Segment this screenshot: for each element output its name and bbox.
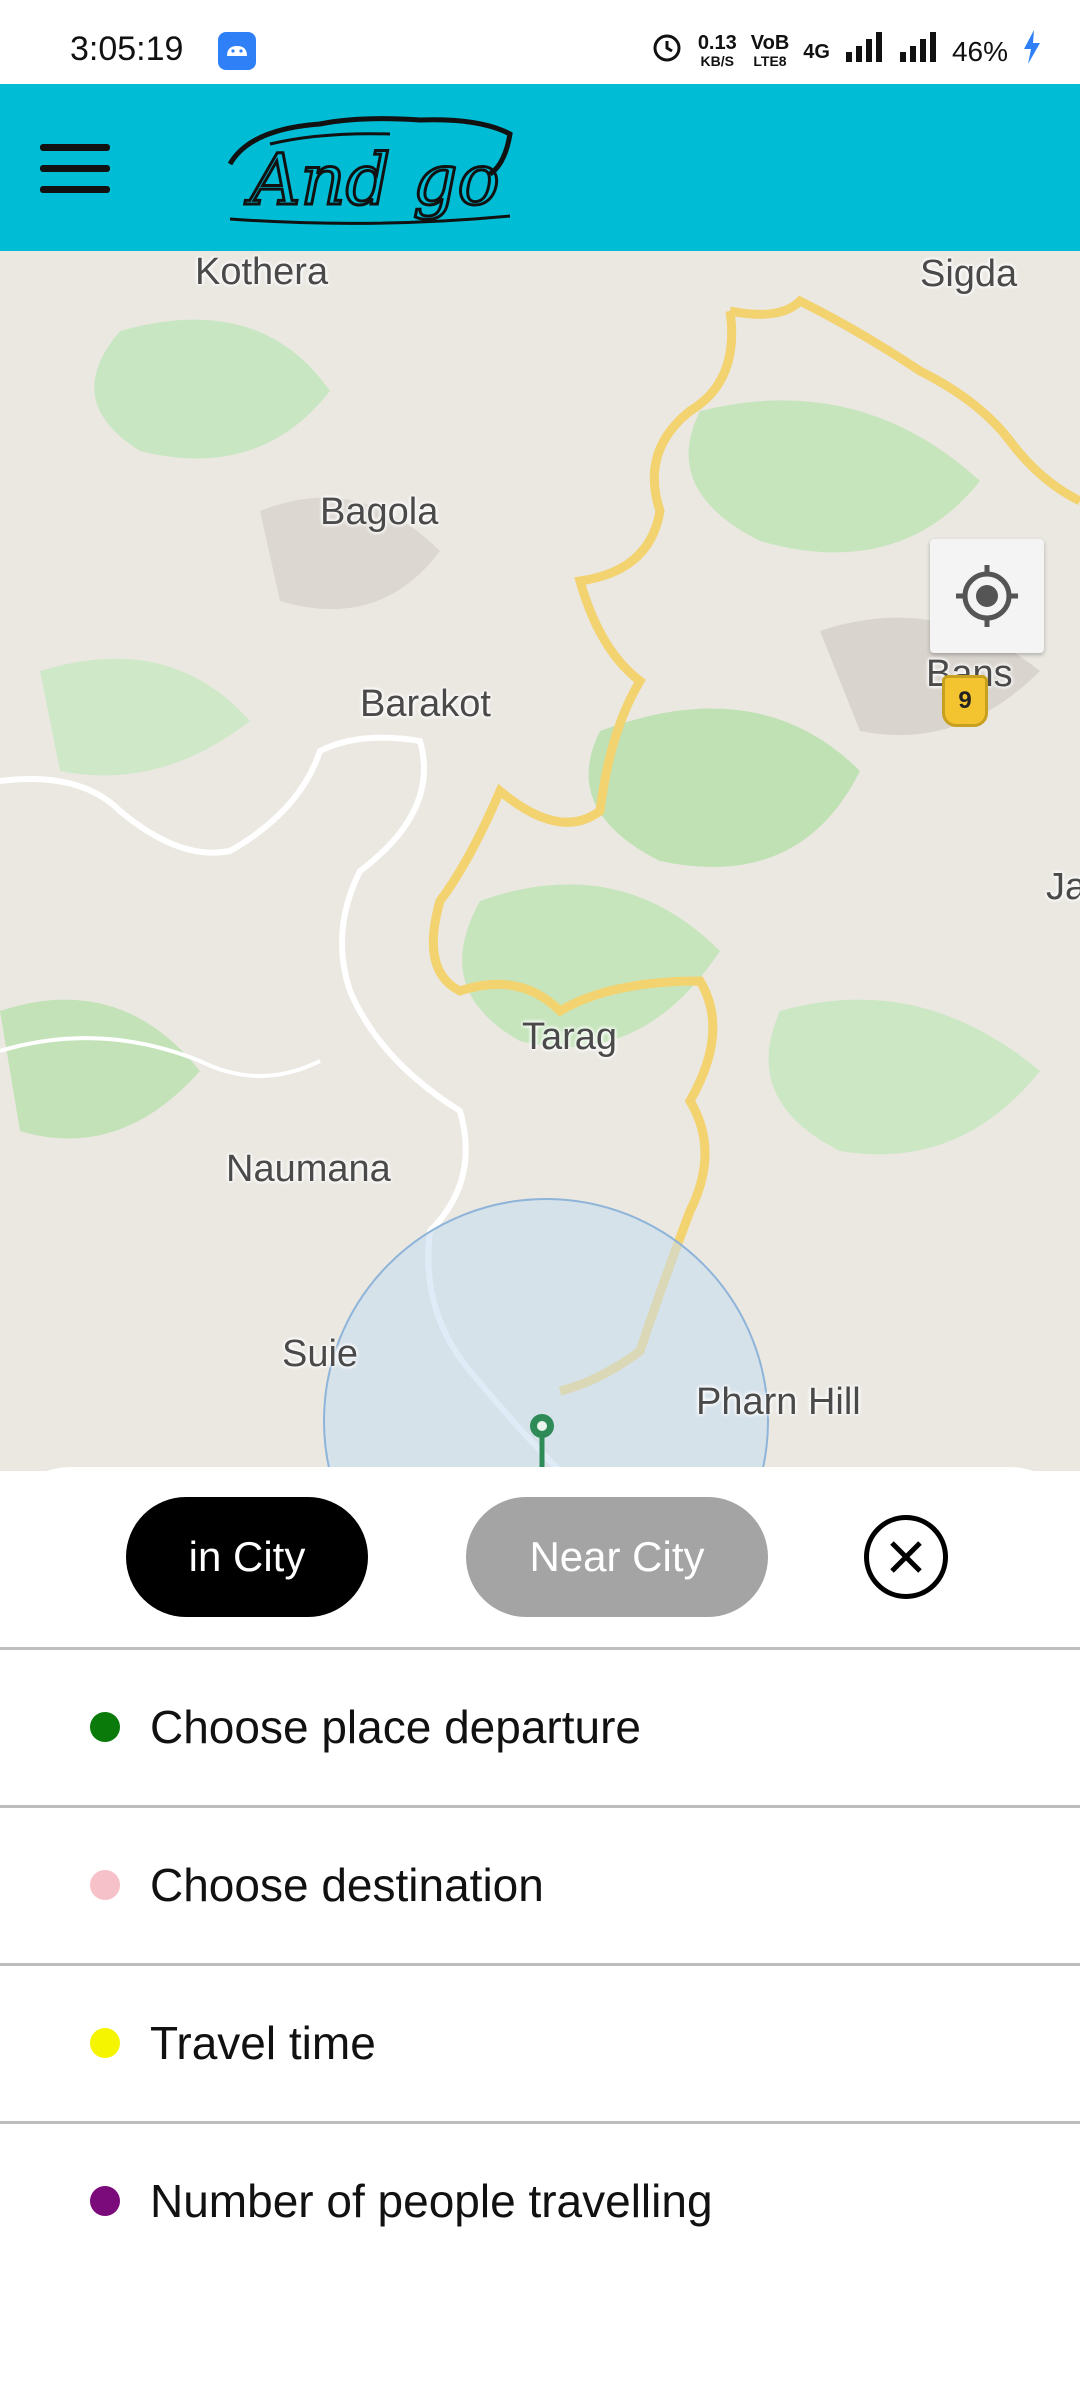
alarm-icon xyxy=(650,30,684,73)
android-notification-icon xyxy=(218,32,256,70)
map-place-pharn-hill: Pharn Hill xyxy=(696,1381,861,1423)
my-location-button[interactable] xyxy=(930,539,1044,653)
option-people-count-label: Number of people travelling xyxy=(150,2175,713,2227)
volte-indicator: VoB LTE8 xyxy=(750,31,790,70)
road-shield-9: 9 xyxy=(942,675,988,727)
map-place-bagola: Bagola xyxy=(320,491,439,533)
net-speed: 0.13 KB/S xyxy=(697,31,737,70)
tab-in-city[interactable]: in City xyxy=(126,1497,368,1617)
status-time: 3:05:19 xyxy=(70,30,184,68)
app-bar: And go xyxy=(0,84,1080,251)
map-place-barakot: Barakot xyxy=(360,683,491,725)
app-logo: And go xyxy=(210,104,520,234)
hamburger-menu-icon[interactable] xyxy=(40,144,110,194)
option-people-count[interactable]: Number of people travelling xyxy=(0,2124,1080,2279)
option-travel-time[interactable]: Travel time xyxy=(0,1966,1080,2121)
option-departure-label: Choose place departure xyxy=(150,1701,641,1753)
volte-top: VoB xyxy=(750,31,790,54)
status-bar: 3:05:19 0.13 KB/S VoB LTE8 4G 46% xyxy=(0,0,1080,84)
map-place-tarag: Tarag xyxy=(522,1016,618,1058)
map-place-ja: Ja xyxy=(1046,866,1080,908)
destination-dot xyxy=(90,1870,120,1900)
trip-options-sheet: in City Near City Choose place departure… xyxy=(0,1467,1080,2400)
map-place-sigda: Sigda xyxy=(920,253,1018,295)
signal-icon-2 xyxy=(898,32,938,71)
option-destination-label: Choose destination xyxy=(150,1859,544,1911)
departure-dot xyxy=(90,1712,120,1742)
travel-time-dot xyxy=(90,2028,120,2058)
map-place-naumana: Naumana xyxy=(226,1148,391,1190)
tab-near-city[interactable]: Near City xyxy=(466,1497,768,1617)
app-logo-text: And go xyxy=(244,139,500,221)
option-departure[interactable]: Choose place departure xyxy=(0,1650,1080,1805)
map-view[interactable]: Kothera Sigda Bagola Barakot Bans Ja Tar… xyxy=(0,251,1080,1471)
network-type: 4G xyxy=(803,40,830,63)
charging-icon xyxy=(1022,30,1042,73)
battery-percent: 46% xyxy=(951,35,1008,67)
map-place-kothera: Kothera xyxy=(195,251,329,293)
option-travel-time-label: Travel time xyxy=(150,2017,376,2069)
net-speed-value: 0.13 xyxy=(697,31,737,54)
signal-icon xyxy=(844,32,884,71)
close-circle-icon xyxy=(869,1541,943,1598)
close-button[interactable] xyxy=(864,1515,948,1599)
option-destination[interactable]: Choose destination xyxy=(0,1808,1080,1963)
people-count-dot xyxy=(90,2186,120,2216)
volte-bottom: LTE8 xyxy=(753,52,787,69)
map-place-suie: Suie xyxy=(282,1333,359,1375)
net-speed-unit: KB/S xyxy=(700,52,734,69)
